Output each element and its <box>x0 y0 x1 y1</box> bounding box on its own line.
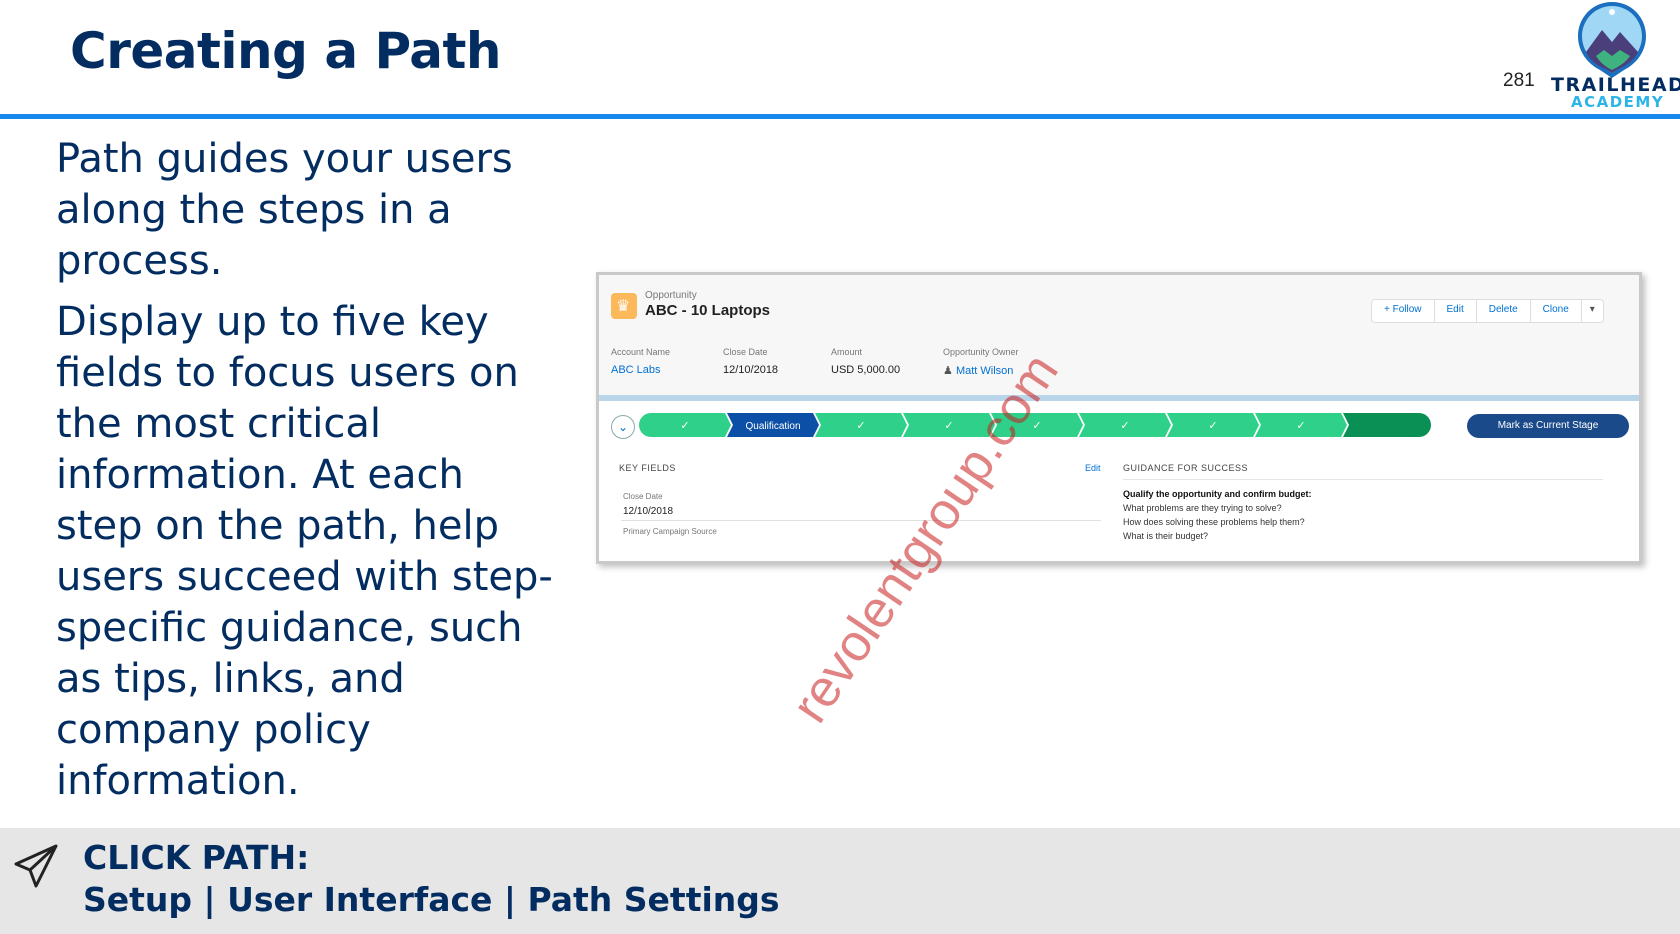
path-stage-check-icon: ✓ <box>1120 420 1129 432</box>
record-header: ♛ Opportunity ABC - 10 Laptops + Follow … <box>599 275 1639 401</box>
slide-title: Creating a Path <box>70 22 502 80</box>
click-path-value: Setup | User Interface | Path Settings <box>83 880 780 919</box>
path-stage-check-icon: ✓ <box>1208 420 1217 432</box>
record-actions: + Follow Edit Delete Clone ▾ <box>1371 299 1604 323</box>
edit-button[interactable]: Edit <box>1435 300 1477 322</box>
guidance-line: What is their budget? <box>1123 531 1209 541</box>
record-type: Opportunity <box>645 290 697 301</box>
opportunity-crown-icon: ♛ <box>611 293 637 319</box>
paragraph-intro: Path guides your users along the steps i… <box>56 136 513 284</box>
more-actions-chevron-icon[interactable]: ▾ <box>1582 300 1603 322</box>
field-account-name: Account Name ABC Labs <box>611 347 671 376</box>
path-stage-bar: ✓ Qualification ✓ ✓ ✓ ✓ ✓ ✓ <box>639 413 1431 437</box>
path-stage-cap <box>639 413 663 437</box>
page-number: 281 <box>1503 70 1535 91</box>
path-stage-label: Qualification <box>745 421 800 432</box>
field-amount: Amount USD 5,000.00 <box>831 347 901 376</box>
guidance-line: Qualify the opportunity and confirm budg… <box>1123 489 1312 499</box>
guidance-line: How does solving these problems help the… <box>1123 517 1305 527</box>
field-close-date: Close Date 12/10/2018 <box>723 347 779 376</box>
path-stage-check-icon: ✓ <box>944 420 953 432</box>
record-title: ABC - 10 Laptops <box>645 302 771 319</box>
header-accent-bar <box>599 395 1639 401</box>
guidance-line: What problems are they trying to solve? <box>1123 503 1282 513</box>
guidance-heading: GUIDANCE FOR SUCCESS <box>1123 463 1249 473</box>
path-stage-cap <box>1407 413 1431 437</box>
key-field-close-date-label: Close Date <box>623 492 663 501</box>
key-field-divider <box>621 520 1101 521</box>
key-fields-heading: KEY FIELDS <box>619 463 676 473</box>
slide-header: Creating a Path 281 TRAILHEAD ACADEMY <box>0 0 1680 120</box>
path-stage-check-icon: ✓ <box>856 420 865 432</box>
logo-text-academy: ACADEMY <box>1571 93 1665 111</box>
clone-button[interactable]: Clone <box>1531 300 1582 322</box>
path-stage-check-icon: ✓ <box>680 420 689 432</box>
path-screenshot: ♛ Opportunity ABC - 10 Laptops + Follow … <box>596 272 1642 564</box>
key-field-campaign-label: Primary Campaign Source <box>623 527 717 536</box>
key-field-close-date-value: 12/10/2018 <box>623 506 674 517</box>
path-collapse-chevron-icon[interactable]: ⌄ <box>611 415 635 439</box>
account-link[interactable]: ABC Labs <box>611 364 670 376</box>
paragraph-details: Display up to five key fields to focus u… <box>56 299 553 804</box>
header-divider <box>0 114 1680 119</box>
click-path-label: CLICK PATH: <box>83 838 310 877</box>
click-path-footer: CLICK PATH: Setup | User Interface | Pat… <box>0 828 1680 934</box>
owner-avatar-icon: ♟ <box>943 365 953 377</box>
key-fields-edit-link[interactable]: Edit <box>1085 463 1101 473</box>
delete-button[interactable]: Delete <box>1477 300 1531 322</box>
body-text: Path guides your users along the steps i… <box>56 134 556 817</box>
path-stage-check-icon: ✓ <box>1296 420 1305 432</box>
paper-plane-icon <box>14 844 58 888</box>
mark-current-stage-button[interactable]: Mark as Current Stage <box>1467 414 1629 438</box>
follow-button[interactable]: + Follow <box>1372 300 1435 322</box>
guidance-divider <box>1123 479 1603 480</box>
